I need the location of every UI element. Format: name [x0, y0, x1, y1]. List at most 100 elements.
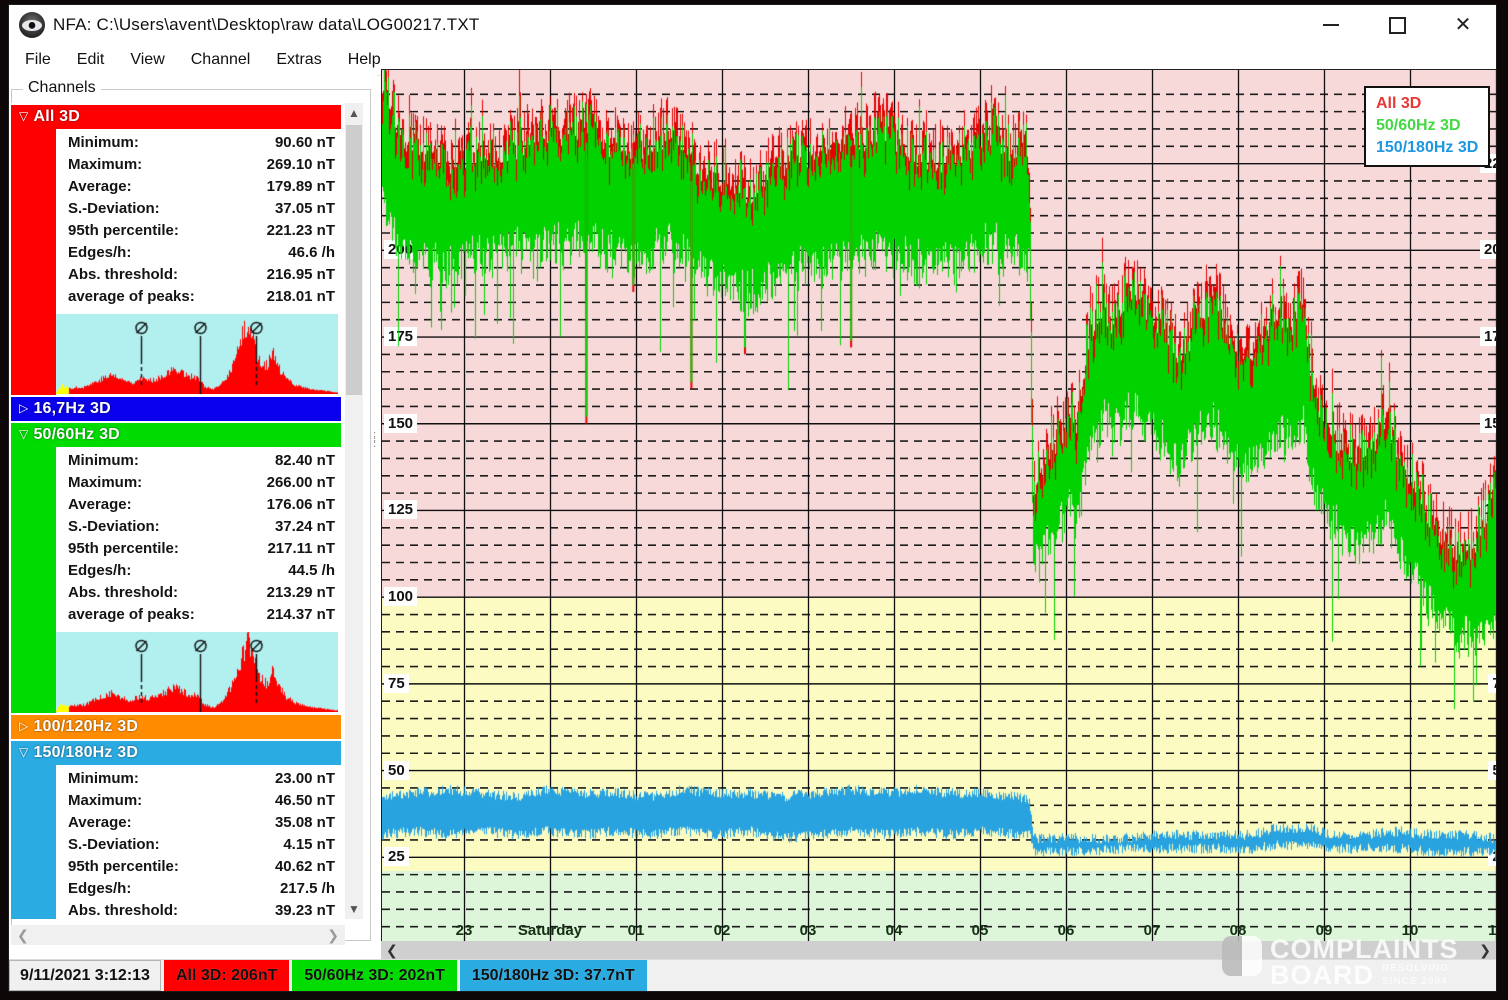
stat-label: Minimum:: [56, 770, 139, 787]
scrollbar-thumb[interactable]: [346, 125, 362, 395]
stat-value: 90.60 nT: [275, 134, 341, 151]
panel-splitter-handle[interactable]: ⁚⁚⁚: [373, 435, 379, 475]
stat-row: average of peaks:218.01 nT: [56, 285, 341, 307]
stat-row: Abs. threshold:213.29 nT: [56, 581, 341, 603]
menu-item-channel[interactable]: Channel: [191, 51, 251, 69]
channel-color-bar: [11, 447, 56, 631]
stat-label: average of peaks:: [56, 288, 195, 305]
menu-item-view[interactable]: View: [130, 51, 164, 69]
maximize-button[interactable]: [1364, 5, 1430, 45]
status-bar: 9/11/2021 3:12:13 All 3D: 206nT50/60Hz 3…: [9, 959, 1496, 991]
channels-horizontal-scrollbar[interactable]: ❮ ❯: [11, 925, 345, 945]
stat-label: Average:: [56, 496, 132, 513]
channel-list: ▽All 3DMinimum:90.60 nTMaximum:269.10 nT…: [11, 103, 343, 919]
menu-item-extras[interactable]: Extras: [276, 51, 321, 69]
stat-value: 46.6 /h: [288, 244, 341, 261]
window-controls: ✕: [1298, 5, 1496, 45]
stat-row: S.-Deviation:4.15 nT: [56, 833, 341, 855]
stat-row: Edges/h: 44.5 /h: [56, 559, 341, 581]
legend-entry: 150/180Hz 3D: [1376, 137, 1478, 159]
close-icon: ✕: [1455, 15, 1472, 35]
menu-item-help[interactable]: Help: [348, 51, 381, 69]
window-title: NFA: C:\Users\avent\Desktop\raw data\LOG…: [53, 15, 479, 35]
channel-histogram: [11, 631, 341, 713]
stat-value: 221.23 nT: [267, 222, 341, 239]
channel-name: 50/60Hz 3D: [33, 426, 120, 444]
close-button[interactable]: ✕: [1430, 5, 1496, 45]
title-bar: NFA: C:\Users\avent\Desktop\raw data\LOG…: [9, 5, 1496, 45]
scroll-right-icon[interactable]: ❯: [1479, 942, 1491, 959]
menu-item-edit[interactable]: Edit: [77, 51, 105, 69]
stat-value: 37.05 nT: [275, 200, 341, 217]
channels-panel-title: Channels: [23, 79, 101, 97]
stat-value: 217.11 nT: [267, 540, 341, 557]
channel-header-150-180hz-3d[interactable]: ▽ 150/180Hz 3D: [11, 741, 341, 765]
stat-label: average of peaks:: [56, 606, 195, 623]
status-badges: All 3D: 206nT50/60Hz 3D: 202nT150/180Hz …: [161, 960, 647, 991]
stat-row: Minimum:90.60 nT: [56, 131, 341, 153]
stat-value: 82.40 nT: [275, 452, 341, 469]
stat-value: 216.95 nT: [267, 266, 341, 283]
stat-value: 179.89 nT: [267, 178, 341, 195]
stat-row: Minimum:82.40 nT: [56, 449, 341, 471]
stat-value: 176.06 nT: [267, 496, 341, 513]
collapse-triangle-icon: ▽: [19, 109, 28, 123]
scroll-left-icon[interactable]: ❮: [386, 942, 398, 959]
stat-row: Average: 176.06 nT: [56, 493, 341, 515]
stat-row: Edges/h: 217.5 /h: [56, 877, 341, 899]
stat-row: 95th percentile:40.62 nT: [56, 855, 341, 877]
channels-panel: Channels ▽All 3DMinimum:90.60 nTMaximum:…: [9, 75, 377, 959]
scroll-up-icon[interactable]: ▲: [345, 103, 363, 123]
channel-name: 16,7Hz 3D: [33, 400, 110, 418]
chart-plot-area: 2252252002001751751501501251251001007575…: [381, 69, 1497, 945]
expand-triangle-icon: ▷: [19, 401, 28, 415]
maximize-icon: [1389, 17, 1406, 34]
channel-stats-block: Minimum:82.40 nTMaximum:266.00 nTAverage…: [11, 447, 341, 631]
stat-label: Maximum:: [56, 474, 142, 491]
legend-entry: 50/60Hz 3D: [1376, 115, 1478, 137]
menu-item-file[interactable]: File: [25, 51, 51, 69]
channel-name: 150/180Hz 3D: [33, 744, 138, 762]
stat-label: Abs. threshold:: [56, 902, 178, 919]
collapse-triangle-icon: ▽: [19, 745, 28, 759]
stat-row: 95th percentile: 221.23 nT: [56, 219, 341, 241]
scroll-down-icon[interactable]: ▼: [345, 899, 363, 919]
scroll-right-icon[interactable]: ❯: [327, 927, 339, 944]
channel-color-bar: [11, 765, 56, 919]
stat-value: 213.29 nT: [267, 584, 341, 601]
stat-label: Maximum:: [56, 792, 142, 809]
status-badge: 50/60Hz 3D: 202nT: [292, 960, 457, 991]
stat-value: 217.5 /h: [280, 880, 341, 897]
stat-value: 37.24 nT: [275, 518, 341, 535]
stat-row: Maximum: 269.10 nT: [56, 153, 341, 175]
stat-row: Abs. threshold:216.95 nT: [56, 263, 341, 285]
expand-triangle-icon: ▷: [19, 719, 28, 733]
channel-histogram: [11, 313, 341, 395]
channels-vertical-scrollbar[interactable]: ▲ ▼: [345, 103, 363, 919]
channel-stats-block: Minimum:90.60 nTMaximum:269.10 nTAverage…: [11, 129, 341, 313]
trace-canvas: [382, 70, 1497, 944]
stat-value: 214.37 nT: [267, 606, 341, 623]
stat-label: Edges/h:: [56, 562, 131, 579]
stat-value: 44.5 /h: [288, 562, 341, 579]
minimize-button[interactable]: [1298, 5, 1364, 45]
stat-row: 95th percentile: 217.11 nT: [56, 537, 341, 559]
scroll-left-icon[interactable]: ❮: [17, 927, 29, 944]
stat-label: 95th percentile:: [56, 540, 179, 557]
stat-value: 46.50 nT: [275, 792, 341, 809]
stat-label: 95th percentile:: [56, 222, 179, 239]
stat-label: Maximum:: [56, 156, 142, 173]
channel-name: 100/120Hz 3D: [33, 718, 138, 736]
stat-value: 269.10 nT: [267, 156, 341, 173]
channel-header-16-7hz-3d[interactable]: ▷ 16,7Hz 3D: [11, 397, 341, 421]
stat-label: S.-Deviation:: [56, 200, 160, 217]
channel-header-50-60hz-3d[interactable]: ▽50/60Hz 3D: [11, 423, 341, 447]
stat-row: S.-Deviation: 37.05 nT: [56, 197, 341, 219]
histogram-canvas: [56, 632, 338, 712]
stat-row: Edges/h:46.6 /h: [56, 241, 341, 263]
stat-value: 40.62 nT: [275, 858, 341, 875]
stat-label: Edges/h:: [56, 880, 131, 897]
stat-row: S.-Deviation:37.24 nT: [56, 515, 341, 537]
channel-header-100-120hz-3d[interactable]: ▷ 100/120Hz 3D: [11, 715, 341, 739]
channel-header-all-3d[interactable]: ▽All 3D: [11, 105, 341, 129]
